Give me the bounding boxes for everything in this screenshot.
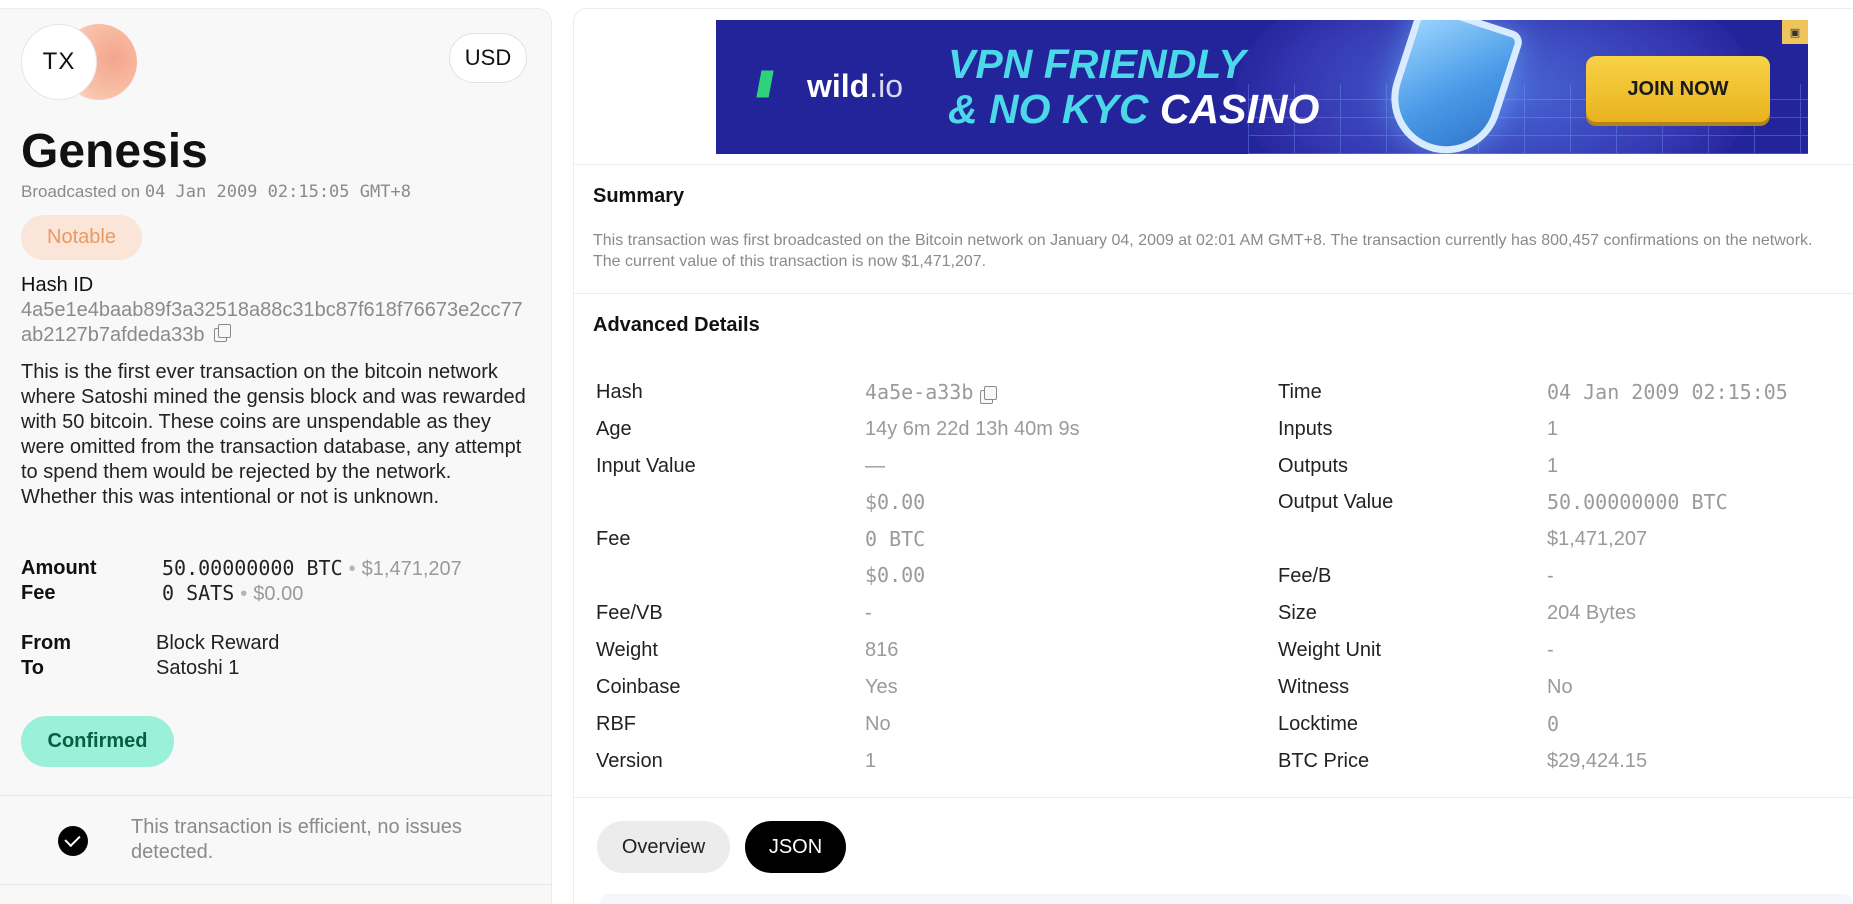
from-label: From [21,632,71,654]
detail-value-input-value-usd: $0.00 [865,490,926,514]
amount-usd: $1,471,207 [361,558,462,580]
detail-value-output-value: 50.00000000 BTC [1547,490,1728,514]
currency-toggle-button[interactable]: USD [449,33,527,83]
json-panel [600,894,1853,904]
detail-value-time: 04 Jan 2009 02:15:05 [1547,380,1788,404]
detail-label-hash: Hash [596,381,643,403]
efficiency-note: This transaction is efficient, no issues… [131,816,462,863]
summary-title: Summary [593,185,685,207]
detail-label-weight-unit: Weight Unit [1278,639,1382,661]
detail-value-size: 204 Bytes [1547,602,1636,624]
detail-value-outputs: 1 [1547,455,1559,477]
tx-avatar: TX [21,24,137,104]
tab-overview[interactable]: Overview [597,821,730,873]
ad-headline-line1: VPN FRIENDLY [948,41,1246,87]
detail-label-age: Age [596,418,632,440]
summary-text: This transaction was first broadcasted o… [593,232,1813,270]
to-link[interactable]: Satoshi 1 [156,656,239,681]
detail-value-age: 14y 6m 22d 13h 40m 9s [865,418,1080,440]
ad-headline-accent: & NO KYC [948,86,1149,132]
copy-icon[interactable] [979,386,998,404]
notable-badge[interactable]: Notable [21,215,142,260]
tab-json[interactable]: JSON [745,821,846,873]
detail-label-inputs: Inputs [1278,418,1333,440]
tx-logo-text: TX [21,24,97,100]
detail-label-fee: Fee [596,528,631,550]
detail-value-hash: 4a5e-a33b [865,380,998,405]
claw-logo-icon: /// [756,64,774,105]
detail-value-locktime: 0 [1547,712,1560,736]
fee-label: Fee [21,582,56,604]
from-to-block: From Block Reward To Satoshi 1 [21,631,541,681]
detail-label-size: Size [1278,602,1317,624]
status-badge: Confirmed [21,716,174,767]
detail-hash-text: 4a5e-a33b [865,380,974,404]
detail-label-version: Version [596,750,663,772]
copy-icon[interactable] [213,324,231,342]
detail-label-witness: Witness [1278,676,1350,698]
ad-headline-white: CASINO [1159,86,1320,132]
detail-value-version: 1 [865,750,877,772]
detail-value-input-value: — [865,455,885,477]
detail-label-rbf: RBF [596,713,636,735]
ad-headline-line2: & NO KYC CASINO [948,87,1319,132]
divider [0,884,552,885]
detail-value-output-value-usd: $1,471,207 [1547,528,1648,550]
transaction-description: This is the first ever transaction on th… [21,361,526,508]
detail-value-witness: No [1547,676,1573,698]
broadcast-date: Broadcasted on 04 Jan 2009 02:15:05 GMT+… [21,182,411,202]
detail-value-weight-unit: - [1547,639,1554,661]
amount-value: 50.00000000 BTC • $1,471,207 [162,556,462,580]
ad-choices-icon[interactable]: ▣ [1782,20,1808,44]
hash-id-label: Hash ID [21,274,94,296]
ad-join-now-button[interactable]: JOIN NOW [1586,56,1770,122]
amount-btc: 50.00000000 BTC [162,556,343,580]
detail-label-coinbase: Coinbase [596,676,681,698]
divider [573,797,1853,798]
detail-label-fee-vb: Fee/VB [596,602,663,624]
detail-value-fee-usd: $0.00 [865,563,926,587]
amount-label: Amount [21,557,97,579]
detail-label-input-value: Input Value [596,455,696,477]
broadcast-timestamp: 04 Jan 2009 02:15:05 GMT+8 [144,182,411,202]
detail-value-fee-vb: - [865,602,872,624]
ad-headline: VPN FRIENDLY & NO KYC CASINO [948,42,1319,132]
amount-fee-block: Amount 50.00000000 BTC • $1,471,207 Fee 0 … [21,556,541,606]
detail-label-outputs: Outputs [1278,455,1349,477]
hash-id-value: 4a5e1e4baab89f3a32518a88c31bc87f618f7667… [21,298,533,348]
detail-label-btc-price: BTC Price [1278,750,1370,772]
fee-usd: $0.00 [253,583,304,605]
detail-label-output-value: Output Value [1278,491,1394,513]
detail-value-coinbase: Yes [865,676,898,698]
detail-label-fee-b: Fee/B [1278,565,1332,587]
ad-banner[interactable]: /// wild.io VPN FRIENDLY & NO KYC CASINO… [716,20,1808,154]
broadcast-prefix: Broadcasted on [21,182,141,201]
ad-brand: wild [807,68,870,104]
detail-value-rbf: No [865,713,891,735]
ad-brand-logo: wild.io [807,68,903,105]
ad-brand-suffix: .io [869,68,904,104]
to-label: To [21,657,44,679]
hash-id-text: 4a5e1e4baab89f3a32518a88c31bc87f618f7667… [21,299,523,346]
divider [573,293,1853,294]
check-icon [58,826,88,856]
advanced-details-title: Advanced Details [593,314,760,336]
detail-label-time: Time [1278,381,1322,403]
detail-label-locktime: Locktime [1278,713,1359,735]
fee-sats: 0 SATS [162,581,235,605]
detail-label-weight: Weight [596,639,658,661]
detail-value-fee-b: - [1547,565,1554,587]
from-link[interactable]: Block Reward [156,631,279,656]
fee-value: 0 SATS • $0.00 [162,581,304,605]
divider [0,795,552,796]
page-title: Genesis [21,125,208,178]
detail-value-btc-price: $29,424.15 [1547,750,1648,772]
divider [573,164,1853,165]
detail-value-weight: 816 [865,639,899,661]
detail-value-fee: 0 BTC [865,527,926,551]
detail-value-inputs: 1 [1547,418,1559,440]
